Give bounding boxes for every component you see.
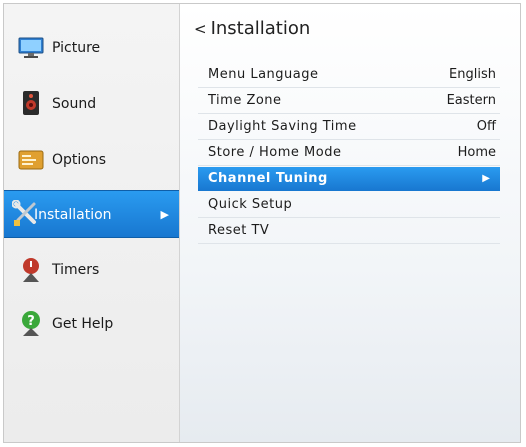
menu-row-store-home-mode[interactable]: Store / Home Mode Home bbox=[198, 140, 500, 166]
options-panel-icon bbox=[18, 145, 44, 173]
timer-icon bbox=[18, 255, 44, 283]
tv-menu: Picture Sound Options Installation ▶ Tim… bbox=[3, 3, 521, 443]
row-label: Store / Home Mode bbox=[208, 145, 342, 160]
sidebar: Picture Sound Options Installation ▶ Tim… bbox=[4, 4, 180, 442]
row-label: Channel Tuning bbox=[208, 171, 328, 186]
menu-row-menu-language[interactable]: Menu Language English bbox=[198, 62, 500, 88]
menu-row-quick-setup[interactable]: Quick Setup bbox=[198, 192, 500, 218]
row-value: Eastern bbox=[446, 93, 496, 108]
row-label: Daylight Saving Time bbox=[208, 119, 357, 134]
chevron-right-icon: ▶ bbox=[160, 208, 169, 221]
installation-panel: < Installation Menu Language English Time… bbox=[180, 4, 520, 442]
sidebar-item-label: Get Help bbox=[52, 316, 114, 332]
sidebar-item-options[interactable]: Options bbox=[4, 136, 179, 184]
sidebar-item-timers[interactable]: Timers bbox=[4, 246, 179, 294]
row-label: Reset TV bbox=[208, 223, 270, 238]
sidebar-item-installation[interactable]: Installation ▶ bbox=[4, 190, 179, 238]
row-value: English bbox=[449, 67, 496, 82]
monitor-icon bbox=[18, 33, 44, 61]
sidebar-item-label: Picture bbox=[52, 40, 101, 56]
help-icon: ? bbox=[18, 309, 44, 337]
menu-row-daylight-saving-time[interactable]: Daylight Saving Time Off bbox=[198, 114, 500, 140]
svg-text:?: ? bbox=[27, 314, 35, 329]
sidebar-item-sound[interactable]: Sound bbox=[4, 80, 179, 128]
chevron-right-icon: ▶ bbox=[482, 173, 490, 184]
sidebar-item-label: Installation bbox=[34, 207, 112, 223]
sidebar-item-picture[interactable]: Picture bbox=[4, 24, 179, 72]
sidebar-item-get-help[interactable]: ? Get Help bbox=[4, 300, 179, 348]
back-chevron-icon[interactable]: < bbox=[194, 20, 207, 38]
row-label: Quick Setup bbox=[208, 197, 293, 212]
sidebar-item-label: Sound bbox=[52, 96, 97, 112]
speaker-icon bbox=[18, 89, 44, 117]
menu-row-reset-tv[interactable]: Reset TV bbox=[198, 218, 500, 244]
page-title-text: Installation bbox=[210, 18, 311, 39]
menu-row-channel-tuning[interactable]: Channel Tuning ▶ bbox=[198, 167, 500, 191]
sidebar-item-label: Timers bbox=[52, 262, 100, 278]
menu-row-time-zone[interactable]: Time Zone Eastern bbox=[198, 88, 500, 114]
row-label: Time Zone bbox=[208, 93, 282, 108]
sidebar-item-label: Options bbox=[52, 152, 107, 168]
row-value: Home bbox=[457, 145, 496, 160]
row-label: Menu Language bbox=[208, 67, 319, 82]
row-value: Off bbox=[476, 119, 496, 134]
page-title: < Installation bbox=[194, 18, 310, 39]
